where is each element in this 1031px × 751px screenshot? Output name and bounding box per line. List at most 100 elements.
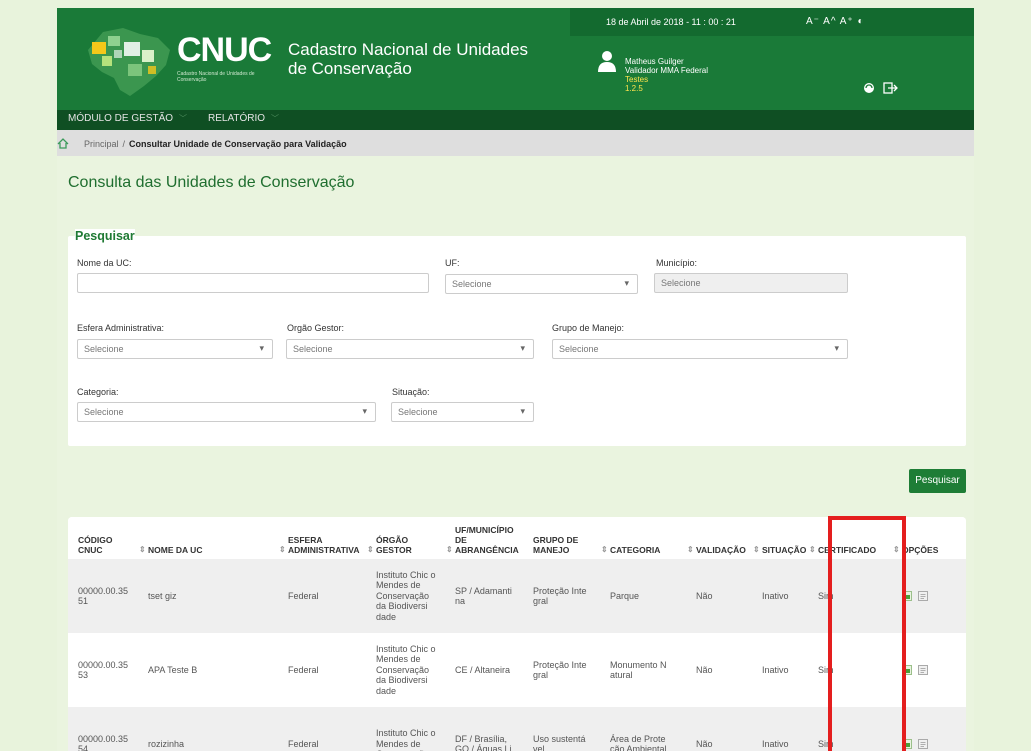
sort-icon: ⇕	[279, 545, 286, 554]
esfera-select[interactable]: Selecione	[77, 339, 273, 359]
cell-esfera: Federal	[278, 707, 366, 751]
sort-icon: ⇕	[687, 545, 694, 554]
cell-uf: DF / Brasília, GO / Águas Li	[445, 707, 523, 751]
cell-nome: APA Teste B	[138, 633, 278, 707]
cell-validacao: Não	[686, 559, 752, 633]
chevron-down-icon: ﹀	[179, 114, 188, 123]
search-panel-title: Pesquisar	[75, 229, 135, 243]
esfera-label: Esfera Administrativa:	[77, 323, 165, 333]
sort-icon: ⇕	[809, 545, 816, 554]
cell-grupo: Proteção Inte gral	[523, 633, 600, 707]
col-header-orgao[interactable]: ⇕ ÓRGÃO GESTOR	[366, 517, 445, 559]
col-header-nome[interactable]: ⇕ NOME DA UC	[138, 517, 278, 559]
cell-orgao: Instituto Chic o Mendes de Conservação d…	[366, 559, 445, 633]
cell-categoria: Área de Prote ção Ambiental	[600, 707, 686, 751]
cell-validacao: Não	[686, 707, 752, 751]
municipio-label: Município:	[656, 258, 698, 268]
col-label: VALIDAÇÃO	[696, 545, 746, 555]
cell-codigo: 00000.00.35 51	[68, 559, 138, 633]
logo-subtitle: Cadastro Nacional de Unidades de Conserv…	[177, 71, 255, 83]
home-icon[interactable]	[57, 138, 69, 149]
refresh-icon[interactable]	[864, 83, 874, 93]
logo-wordmark[interactable]: CNUC	[177, 31, 272, 70]
cell-grupo: Proteção Inte gral	[523, 559, 600, 633]
col-label: NOME DA UC	[148, 545, 203, 555]
sort-icon: ⇕	[367, 545, 374, 554]
logout-icon[interactable]	[883, 82, 898, 94]
col-label: UF/MUNICÍPIO DE ABRANGÊNCIA	[455, 525, 519, 555]
cell-categoria: Parque	[600, 559, 686, 633]
search-button[interactable]: Pesquisar	[909, 469, 966, 493]
cell-codigo: 00000.00.35 53	[68, 633, 138, 707]
col-label: CATEGORIA	[610, 545, 661, 555]
categoria-select[interactable]: Selecione	[77, 402, 376, 422]
col-header-uf[interactable]: ⇕ UF/MUNICÍPIO DE ABRANGÊNCIA	[445, 517, 523, 559]
cell-nome: rozizinha	[138, 707, 278, 751]
col-label: GRUPO DE MANEJO	[533, 535, 579, 555]
cell-validacao: Não	[686, 633, 752, 707]
cell-codigo: 00000.00.35 54	[68, 707, 138, 751]
col-header-situacao[interactable]: ⇕ SITUAÇÃO	[752, 517, 808, 559]
nome-uc-label: Nome da UC:	[77, 258, 132, 268]
cell-situacao: Inativo	[752, 633, 808, 707]
cell-situacao: Inativo	[752, 707, 808, 751]
uf-select[interactable]: Selecione	[445, 274, 638, 294]
user-info: Matheus Guilger Validador MMA Federal Te…	[625, 57, 708, 93]
breadcrumb-home[interactable]: Principal	[84, 139, 119, 149]
cell-esfera: Federal	[278, 633, 366, 707]
situacao-select[interactable]: Selecione	[391, 402, 534, 422]
situacao-label: Situação:	[392, 387, 430, 397]
brazil-map-logo-icon	[88, 28, 170, 96]
menu-relatorio[interactable]: RELATÓRIO ﹀	[208, 113, 279, 124]
col-label: SITUAÇÃO	[762, 545, 807, 555]
document-icon[interactable]	[918, 665, 928, 675]
user-icon	[598, 51, 616, 72]
breadcrumb-current: Consultar Unidade de Conservação para Va…	[129, 138, 347, 149]
col-label: ESFERA ADMINISTRATIVA	[288, 535, 360, 555]
col-header-codigo[interactable]: CÓDIGO CNUC	[68, 517, 138, 559]
main-menu-bar	[57, 110, 974, 130]
user-role: Validador MMA Federal	[625, 66, 708, 75]
breadcrumb: Principal / Consultar Unidade de Conserv…	[57, 138, 347, 149]
cell-grupo: Uso sustentá vel	[523, 707, 600, 751]
col-header-grupo[interactable]: GRUPO DE MANEJO	[523, 517, 600, 559]
menu-label: MÓDULO DE GESTÃO	[68, 113, 174, 124]
sort-icon: ⇕	[753, 545, 760, 554]
col-header-esfera[interactable]: ⇕ ESFERA ADMINISTRATIVA	[278, 517, 366, 559]
orgao-label: Orgão Gestor:	[287, 323, 345, 333]
sort-icon: ⇕	[446, 545, 453, 554]
cell-esfera: Federal	[278, 559, 366, 633]
sort-icon: ⇕	[601, 545, 608, 554]
environment-label: Testes	[625, 75, 649, 84]
categoria-label: Categoria:	[77, 387, 119, 397]
menu-modulo-gestao[interactable]: MÓDULO DE GESTÃO ﹀	[68, 113, 187, 124]
cell-nome: tset giz	[138, 559, 278, 633]
municipio-select[interactable]: Selecione	[654, 273, 848, 293]
version-label: 1.2.5	[625, 84, 643, 93]
datetime: 18 de Abril de 2018 - 11 : 00 : 21	[606, 17, 736, 27]
col-header-categoria[interactable]: ⇕ CATEGORIA	[600, 517, 686, 559]
menu-label: RELATÓRIO	[208, 113, 266, 124]
grupo-select[interactable]: Selecione	[552, 339, 848, 359]
uf-label: UF:	[445, 258, 460, 268]
document-icon[interactable]	[918, 591, 928, 601]
grupo-label: Grupo de Manejo:	[552, 323, 625, 333]
app-title: Cadastro Nacional de Unidades de Conserv…	[288, 40, 529, 78]
col-header-validacao[interactable]: ⇕ VALIDAÇÃO	[686, 517, 752, 559]
document-icon[interactable]	[918, 739, 928, 749]
user-name: Matheus Guilger	[625, 57, 684, 66]
col-label: ÓRGÃO GESTOR	[376, 535, 412, 555]
nome-uc-input[interactable]	[77, 273, 429, 293]
breadcrumb-separator: /	[122, 138, 126, 149]
col-label: OPÇÕES	[902, 545, 939, 555]
cell-uf: CE / Altaneira	[445, 633, 523, 707]
page-title: Consulta das Unidades de Conservação	[68, 174, 355, 191]
orgao-select[interactable]: Selecione	[286, 339, 534, 359]
cell-orgao: Instituto Chic o Mendes de Conservação d…	[366, 633, 445, 707]
cell-orgao: Instituto Chic o Mendes de Conservação	[366, 707, 445, 751]
certificado-column-highlight	[828, 516, 906, 751]
cell-uf: SP / Adamanti na	[445, 559, 523, 633]
font-size-controls[interactable]: A⁻ A^ A⁺ ◐	[806, 16, 865, 27]
chevron-down-icon: ﹀	[271, 114, 280, 123]
cell-situacao: Inativo	[752, 559, 808, 633]
